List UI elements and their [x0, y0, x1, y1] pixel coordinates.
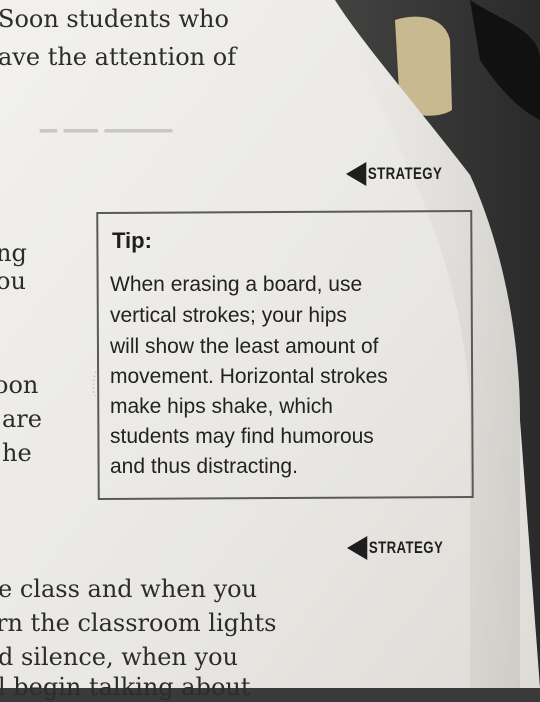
tip-line: make hips shake, which: [110, 395, 333, 418]
faint-text: ▁ ▁▁ ▁▁▁▁: [40, 108, 173, 133]
left-fragment-3: oon: [0, 371, 39, 399]
strategy-text-top: STRATEGY: [367, 164, 443, 183]
tip-line: and thus distracting.: [110, 455, 298, 478]
left-fragment-4: are: [2, 405, 42, 433]
strategy-label-bottom: STRATEGY: [347, 536, 443, 560]
top-text-line-1: Soon students who: [0, 5, 229, 33]
bottom-text-line-4: l begin talking about: [0, 673, 251, 701]
tip-line: movement. Horizontal strokes: [110, 365, 388, 388]
tip-line: vertical strokes; your hips: [110, 304, 347, 327]
strategy-label-top: STRATEGY: [346, 162, 442, 186]
bottom-text-line-2: rn the classroom lights: [0, 609, 277, 637]
arrow-left-icon: [347, 536, 368, 560]
tip-line: When erasing a board, use: [110, 273, 363, 296]
bottom-text-line-3: d silence, when you: [0, 643, 238, 671]
strategy-text-bottom: STRATEGY: [368, 538, 444, 557]
bottom-text-line-1: e class and when you: [0, 575, 258, 603]
tip-title: Tip:: [112, 228, 152, 253]
tip-line: will show the least amount of: [110, 335, 379, 358]
left-fragment-5: he: [2, 439, 32, 467]
left-fragment-2: ou: [0, 267, 26, 295]
tip-line: students may find humorous: [110, 425, 374, 448]
arrow-left-icon: [346, 162, 367, 186]
left-fragment-1: ng: [0, 239, 27, 267]
top-text-line-2: ave the attention of: [0, 43, 237, 71]
